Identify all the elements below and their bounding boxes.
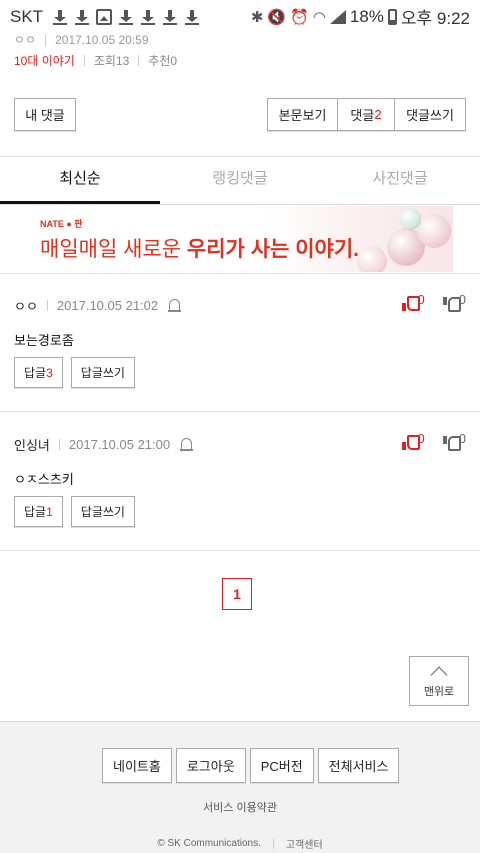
nate-pann-banner[interactable]: NATE ● 판 매일매일 새로운 우리가 사는 이야기. xyxy=(27,206,453,272)
write-comment-button[interactable]: 댓글쓰기 xyxy=(394,98,466,131)
footer-all-services-button[interactable]: 전체서비스 xyxy=(317,748,400,783)
write-reply-button[interactable]: 답글쓰기 xyxy=(70,496,135,527)
copyright-row: © SK Communications. 고객센터 xyxy=(0,836,480,851)
comments-count: 2 xyxy=(374,107,382,122)
my-comments-button[interactable]: 내 댓글 xyxy=(14,98,76,131)
signal-icon xyxy=(329,9,346,24)
download-icon xyxy=(140,9,156,25)
tab-latest[interactable]: 최신순 xyxy=(0,157,160,204)
banner-text: 매일매일 새로운 xyxy=(40,238,187,261)
write-reply-button[interactable]: 답글쓰기 xyxy=(70,357,135,388)
divider xyxy=(58,439,60,450)
like-button[interactable]: 0 xyxy=(401,292,425,311)
comment-body: 보는경로좀 xyxy=(14,333,74,348)
pearl-decoration xyxy=(399,208,421,230)
comment-item: ㅇㅇ 2017.10.05 21:02 0 0 보는경로좀 답글 3 답글쓰기 xyxy=(0,292,480,406)
report-bell-icon[interactable] xyxy=(168,299,182,312)
reply-count: 3 xyxy=(46,365,53,380)
battery-percent: 18% xyxy=(349,6,384,26)
clock: 오후 9:22 xyxy=(400,9,470,28)
footer-logout-button[interactable]: 로그아웃 xyxy=(175,748,246,783)
replies-button[interactable]: 답글 3 xyxy=(14,357,63,388)
post-recommend: 추천0 xyxy=(148,54,178,68)
footer-pc-version-button[interactable]: PC버전 xyxy=(249,748,314,783)
comment-author: ㅇㅇ xyxy=(14,299,38,314)
download-icon xyxy=(162,9,178,25)
replies-button[interactable]: 답글 1 xyxy=(14,496,63,527)
report-bell-icon[interactable] xyxy=(180,438,194,451)
dislike-button[interactable]: 0 xyxy=(442,431,466,451)
comment-date: 2017.10.05 21:02 xyxy=(56,298,159,313)
comments-button[interactable]: 댓글 2 xyxy=(337,98,395,131)
thumbs-down-icon xyxy=(442,436,461,451)
post-author: ㅇㅇ xyxy=(14,33,37,47)
divider xyxy=(0,411,480,412)
divider xyxy=(0,273,480,274)
banner-text-bold: 우리가 사는 이야기. xyxy=(186,238,359,261)
footer: 네이트홈 로그아웃 PC버전 전체서비스 서비스 이용약관 © SK Commu… xyxy=(0,721,480,853)
reply-count: 1 xyxy=(46,504,53,519)
download-icon xyxy=(118,9,134,25)
view-post-button[interactable]: 본문보기 xyxy=(267,98,338,131)
post-date: 2017.10.05 20:59 xyxy=(55,33,149,47)
tab-ranking[interactable]: 랭킹댓글 xyxy=(160,157,320,204)
pearl-decoration xyxy=(357,246,387,272)
bluetooth-icon: ✱ xyxy=(250,8,264,26)
terms-link[interactable]: 서비스 이용약관 xyxy=(0,799,480,815)
like-button[interactable]: 0 xyxy=(401,431,425,450)
thumbs-down-icon xyxy=(442,297,461,312)
divider xyxy=(272,838,274,849)
divider xyxy=(45,35,47,46)
replies-label: 답글 xyxy=(24,505,47,519)
tab-photo[interactable]: 사진댓글 xyxy=(320,157,480,204)
battery-icon xyxy=(387,8,397,25)
dislike-button[interactable]: 0 xyxy=(442,292,466,312)
pearl-decoration xyxy=(417,214,451,248)
image-icon xyxy=(96,8,113,25)
carrier-label: SKT xyxy=(10,6,44,26)
chevron-up-icon xyxy=(430,666,448,684)
comment-item: 인싱녀 2017.10.05 21:00 0 0 ㅇㅈ스츠키 답글 1 답글쓰기 xyxy=(0,431,480,545)
divider xyxy=(138,55,140,66)
support-link[interactable]: 고객센터 xyxy=(286,836,323,851)
divider xyxy=(0,550,480,551)
alarm-icon: ⏰ xyxy=(290,8,309,26)
back-to-top-button[interactable]: 맨위로 xyxy=(409,656,469,706)
post-views: 조회13 xyxy=(93,54,130,68)
wifi-icon: ◠ xyxy=(312,8,326,26)
post-meta: ㅇㅇ 2017.10.05 20:59 10대 이야기 조회13 추천0 xyxy=(14,33,177,69)
divider xyxy=(83,55,85,66)
download-icon xyxy=(74,9,90,25)
status-bar: SKT ✱ 🔇 ⏰ ◠ 18% 오후 9:22 xyxy=(0,0,480,33)
post-category-link[interactable]: 10대 이야기 xyxy=(14,52,75,69)
thumbs-up-icon xyxy=(401,435,420,450)
download-icon xyxy=(52,9,68,25)
comment-author: 인싱녀 xyxy=(14,438,50,453)
divider xyxy=(46,300,48,311)
banner-brand: NATE ● 판 xyxy=(40,219,83,229)
banner-title: 매일매일 새로운 우리가 사는 이야기. xyxy=(40,233,359,263)
back-to-top-label: 맨위로 xyxy=(423,686,455,698)
footer-nate-home-button[interactable]: 네이트홈 xyxy=(102,748,172,783)
comments-button-label: 댓글 xyxy=(350,108,375,123)
comment-sort-tabs: 최신순 랭킹댓글 사진댓글 xyxy=(0,157,480,205)
comment-body: ㅇㅈ스츠키 xyxy=(14,472,74,487)
mute-icon: 🔇 xyxy=(267,8,287,26)
comment-date: 2017.10.05 21:00 xyxy=(68,437,171,452)
copyright-text: © SK Communications. xyxy=(157,838,261,849)
page-1-button[interactable]: 1 xyxy=(222,578,252,610)
download-icon xyxy=(184,9,200,25)
comment-toolbar: 본문보기 댓글 2 댓글쓰기 xyxy=(267,98,466,131)
replies-label: 답글 xyxy=(24,366,47,380)
thumbs-up-icon xyxy=(401,296,420,311)
